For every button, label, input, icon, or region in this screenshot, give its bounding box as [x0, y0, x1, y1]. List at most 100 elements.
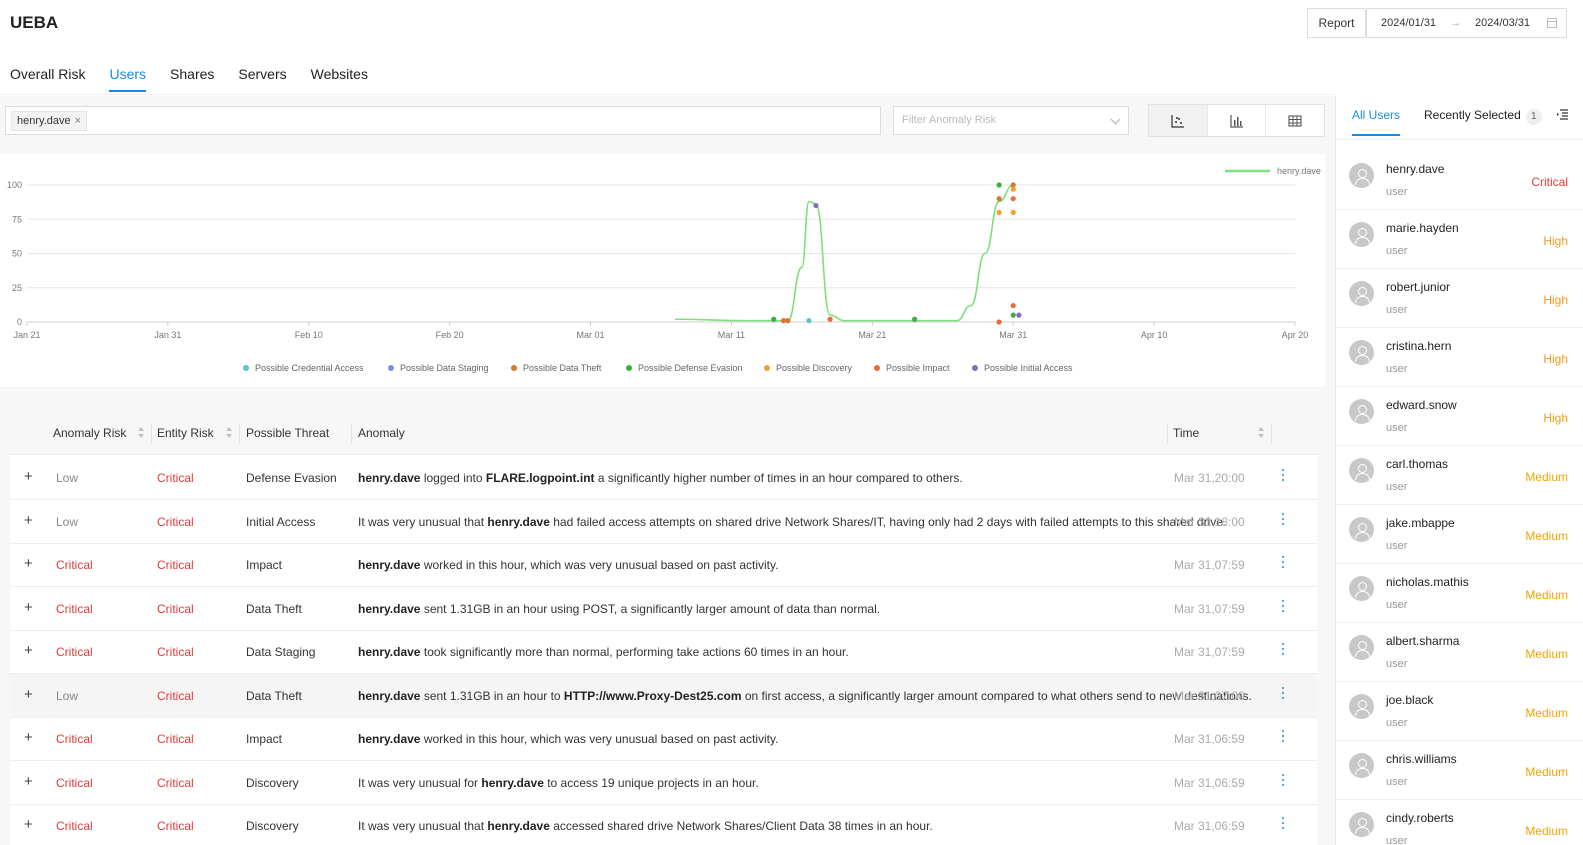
- scatter-point-possible-impact[interactable]: [780, 318, 787, 324]
- row-more-icon[interactable]: [1282, 730, 1285, 744]
- expand-row-icon[interactable]: +: [24, 599, 33, 616]
- table-row[interactable]: + Critical Critical Impact henry.dave worked…: [10, 717, 1317, 761]
- row-more-icon[interactable]: [1282, 686, 1285, 701]
- row-more-icon[interactable]: [1282, 773, 1285, 788]
- tab-recently-selected[interactable]: Recently Selected 1: [1424, 108, 1542, 136]
- expand-row-icon[interactable]: +: [24, 555, 33, 572]
- scatter-point-possible-credential-access[interactable]: [806, 318, 812, 324]
- table-row[interactable]: + Low Critical Defense Evasion henry.dave lo…: [10, 456, 1317, 500]
- legend-swatch: [764, 365, 770, 371]
- table-view-button[interactable]: [1266, 105, 1324, 136]
- user-list-item[interactable]: robert.junior user High: [1336, 269, 1583, 328]
- user-avatar-icon: [1349, 812, 1374, 837]
- legend-item-possible-discovery[interactable]: Possible Discovery: [776, 363, 853, 373]
- scatter-point-possible-impact[interactable]: [996, 319, 1002, 325]
- user-list-item[interactable]: edward.snow user High: [1336, 387, 1583, 446]
- date-from[interactable]: 2024/01/31: [1381, 17, 1436, 29]
- user-list-item[interactable]: albert.sharma user Medium: [1336, 623, 1583, 682]
- expand-row-icon[interactable]: +: [24, 773, 33, 790]
- scatter-point-possible-impact[interactable]: [1010, 196, 1016, 202]
- more-dot: [1282, 773, 1284, 776]
- table-row[interactable]: + Low Critical Data Theft henry.dave sent 1.…: [10, 673, 1317, 718]
- scatter-point-possible-defense-evasion[interactable]: [996, 182, 1002, 188]
- remove-tag-icon[interactable]: ×: [75, 112, 81, 130]
- more-dot: [1282, 827, 1284, 829]
- row-more-icon[interactable]: [1282, 643, 1285, 657]
- sort-time-icon[interactable]: [1258, 426, 1265, 440]
- user-list-item[interactable]: jake.mbappe user Medium: [1336, 505, 1583, 564]
- expand-row-icon[interactable]: +: [24, 468, 33, 485]
- col-anomaly-risk[interactable]: Anomaly Risk: [53, 426, 126, 440]
- user-list-item[interactable]: carl.thomas user Medium: [1336, 446, 1583, 505]
- calendar-icon[interactable]: [1547, 18, 1557, 28]
- table-row[interactable]: + Critical Critical Data Theft henry.dave se…: [10, 587, 1317, 631]
- table-row[interactable]: + Critical Critical Data Staging henry.dave …: [10, 630, 1317, 674]
- line-legend-label[interactable]: henry.dave: [1277, 166, 1321, 176]
- sort-entity-risk-icon[interactable]: [226, 426, 233, 440]
- scatter-point-possible-impact[interactable]: [827, 316, 833, 322]
- expand-row-icon[interactable]: +: [24, 512, 33, 529]
- scatter-point-possible-discovery[interactable]: [1010, 186, 1016, 192]
- x-tick-label: Apr 20: [1282, 330, 1309, 340]
- anomaly-risk-filter-select[interactable]: Filter Anomaly Risk: [893, 106, 1129, 135]
- user-list-item[interactable]: joe.black user Medium: [1336, 682, 1583, 741]
- user-list-item[interactable]: nicholas.mathis user Medium: [1336, 564, 1583, 623]
- scatter-point-possible-initial-access[interactable]: [1016, 312, 1022, 318]
- scatter-point-possible-discovery[interactable]: [996, 209, 1002, 215]
- scatter-point-possible-defense-evasion[interactable]: [912, 316, 918, 322]
- tab-shares[interactable]: Shares: [170, 66, 214, 92]
- table-row[interactable]: + Low Critical Initial Access It was very un…: [10, 500, 1317, 544]
- user-list-item[interactable]: marie.hayden user High: [1336, 210, 1583, 269]
- date-to[interactable]: 2024/03/31: [1475, 17, 1530, 29]
- scatter-point-possible-initial-access[interactable]: [813, 202, 819, 209]
- row-more-icon[interactable]: [1282, 512, 1285, 527]
- expand-row-icon[interactable]: +: [24, 686, 33, 703]
- legend-item-possible-defense-evasion[interactable]: Possible Defense Evasion: [638, 363, 743, 373]
- legend-item-possible-impact[interactable]: Possible Impact: [886, 363, 950, 373]
- row-more-icon[interactable]: [1282, 556, 1285, 570]
- user-name: albert.sharma: [1386, 634, 1460, 648]
- row-more-icon[interactable]: [1282, 469, 1285, 483]
- scatter-point-possible-discovery[interactable]: [1010, 209, 1016, 215]
- table-row[interactable]: + Critical Critical Discovery It was very un…: [10, 804, 1317, 845]
- scatter-point-possible-data-theft[interactable]: [996, 196, 1002, 202]
- date-range-picker[interactable]: 2024/01/31 → 2024/03/31: [1366, 8, 1567, 38]
- user-list-item[interactable]: henry.dave user Critical: [1336, 151, 1583, 210]
- col-entity-risk[interactable]: Entity Risk: [157, 426, 214, 440]
- legend-item-possible-initial-access[interactable]: Possible Initial Access: [984, 363, 1073, 373]
- user-list-item[interactable]: cindy.roberts user Medium: [1336, 800, 1583, 845]
- scatter-point-possible-defense-evasion[interactable]: [771, 316, 777, 322]
- scatter-point-possible-impact[interactable]: [1010, 302, 1016, 309]
- sort-anomaly-risk-icon[interactable]: [138, 426, 145, 440]
- table-row[interactable]: + Critical Critical Impact henry.dave worked…: [10, 543, 1317, 587]
- row-more-icon[interactable]: [1282, 817, 1285, 831]
- tab-overall-risk[interactable]: Overall Risk: [10, 66, 85, 92]
- legend-item-possible-data-theft[interactable]: Possible Data Theft: [523, 363, 602, 373]
- user-list-item[interactable]: chris.williams user Medium: [1336, 741, 1583, 800]
- more-dot: [1282, 691, 1284, 694]
- user-name: carl.thomas: [1386, 457, 1449, 471]
- tab-all-users[interactable]: All Users: [1352, 108, 1401, 136]
- expand-row-icon[interactable]: +: [24, 816, 33, 833]
- report-button[interactable]: Report: [1307, 8, 1366, 38]
- main-tabs: Overall Risk Users Shares Servers Websites: [10, 66, 392, 92]
- tab-servers[interactable]: Servers: [238, 66, 286, 92]
- col-time[interactable]: Time: [1173, 426, 1199, 440]
- bar-view-button[interactable]: [1208, 105, 1267, 136]
- tab-websites[interactable]: Websites: [311, 66, 368, 92]
- anomaly-entity: henry.dave: [358, 471, 421, 485]
- legend-item-possible-data-staging[interactable]: Possible Data Staging: [400, 363, 489, 373]
- user-search-input[interactable]: henry.dave ×: [5, 106, 881, 135]
- tab-users[interactable]: Users: [109, 66, 146, 92]
- possible-threat-cell: Initial Access: [246, 514, 316, 529]
- table-row[interactable]: + Critical Critical Discovery It was very un…: [10, 761, 1317, 805]
- legend-item-possible-credential-access[interactable]: Possible Credential Access: [255, 363, 364, 373]
- expand-row-icon[interactable]: +: [24, 642, 33, 659]
- user-list-item[interactable]: cristina.hern user High: [1336, 328, 1583, 387]
- scatter-view-button[interactable]: [1149, 105, 1208, 136]
- list-collapse-icon[interactable]: [1556, 108, 1569, 121]
- expand-row-icon[interactable]: +: [24, 729, 33, 746]
- row-more-icon[interactable]: [1282, 599, 1285, 614]
- scatter-point-possible-defense-evasion[interactable]: [1010, 312, 1016, 318]
- ueba-app: UEBA Report 2024/01/31 → 2024/03/31 Over…: [0, 0, 1583, 845]
